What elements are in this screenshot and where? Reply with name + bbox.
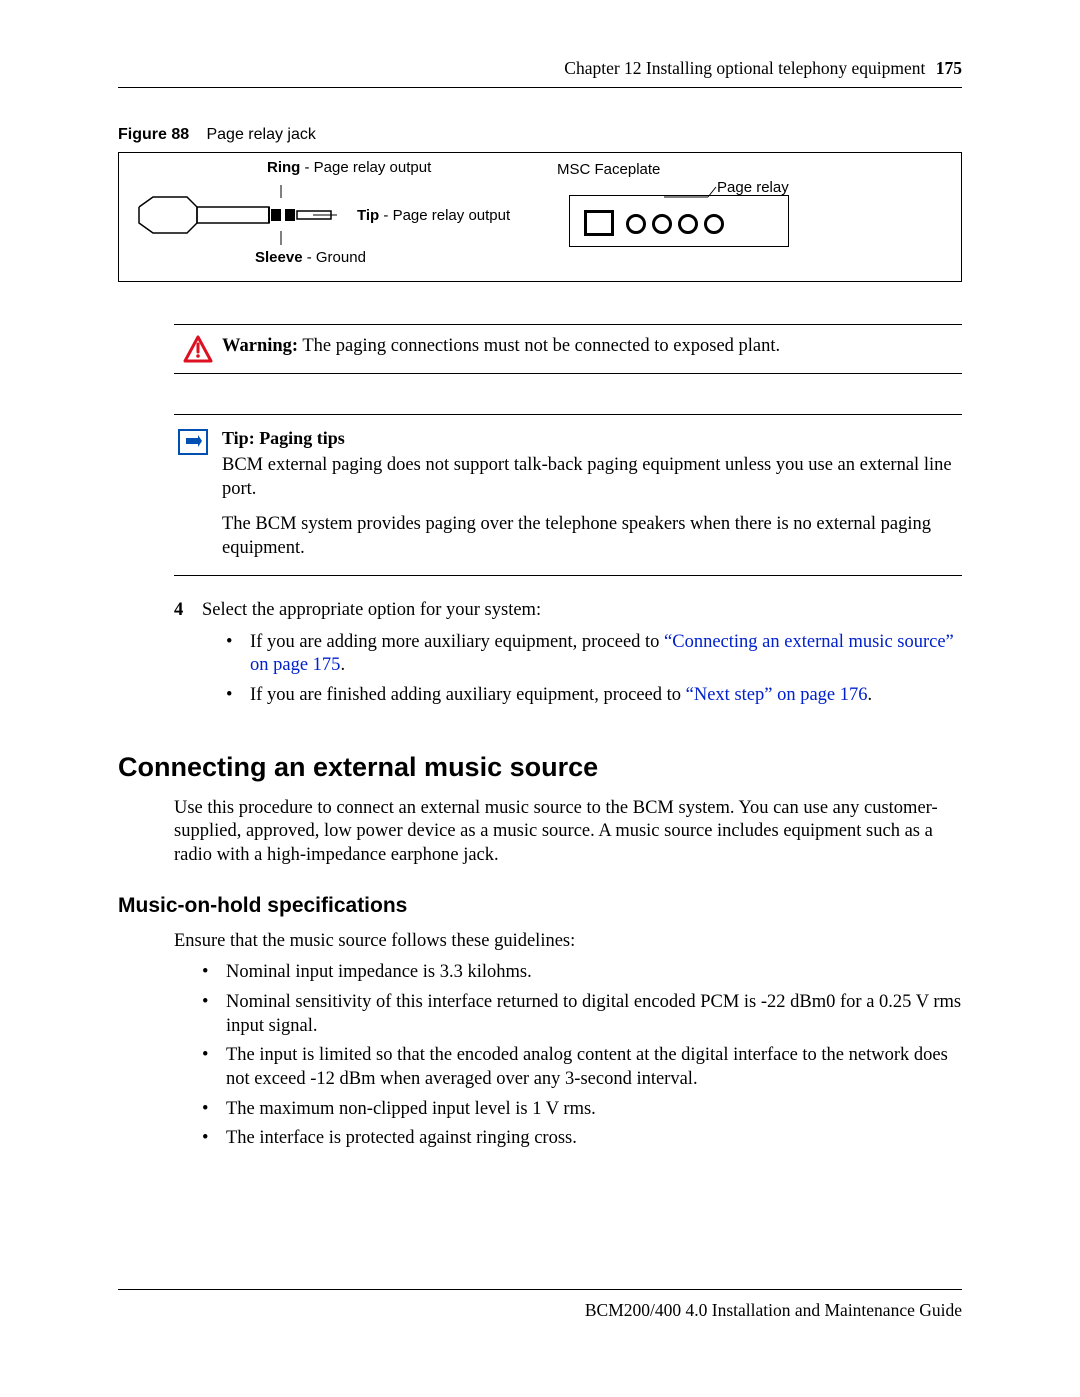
tip-para1: BCM external paging does not support tal… (222, 454, 962, 501)
step-number: 4 (174, 600, 202, 621)
step-4: 4 Select the appropriate option for your… (174, 600, 962, 621)
tip-icon (174, 427, 222, 561)
step-4-bullets: • If you are adding more auxiliary equip… (226, 631, 962, 708)
pagerelay-label: Page relay (717, 179, 789, 196)
chapter-title: Chapter 12 Installing optional telephony… (564, 58, 925, 78)
page-footer: BCM200/400 4.0 Installation and Maintena… (118, 1289, 962, 1321)
list-item: •Nominal input impedance is 3.3 kilohms. (202, 961, 962, 985)
list-item: •The maximum non-clipped input level is … (202, 1098, 962, 1122)
list-item: •The input is limited so that the encode… (202, 1044, 962, 1091)
ring-label: Ring - Page relay output (267, 159, 431, 176)
figure-title: Page relay jack (206, 126, 315, 143)
page-header: Chapter 12 Installing optional telephony… (118, 58, 962, 88)
msc-dot (678, 214, 698, 234)
tip-title: Tip: Paging tips (222, 427, 962, 450)
tip-label: Tip - Page relay output (357, 207, 510, 224)
section-body: Use this procedure to connect an externa… (174, 797, 962, 868)
page-number: 175 (936, 58, 962, 78)
msc-label: MSC Faceplate (557, 161, 660, 178)
tip-para2: The BCM system provides paging over the … (222, 513, 962, 560)
figure-label: Figure 88 (118, 126, 189, 143)
list-item: •The interface is protected against ring… (202, 1127, 962, 1151)
jack-diagram (137, 185, 337, 255)
list-item: • If you are finished adding auxiliary e… (226, 684, 962, 708)
page: Chapter 12 Installing optional telephony… (0, 0, 1080, 1397)
warning-icon (174, 335, 222, 363)
warning-text: Warning: The paging connections must not… (222, 335, 780, 358)
msc-dot (704, 214, 724, 234)
link-next-step[interactable]: “Next step” on page 176 (686, 685, 868, 705)
spec-list: •Nominal input impedance is 3.3 kilohms.… (202, 961, 962, 1151)
list-item: •Nominal sensitivity of this interface r… (202, 991, 962, 1038)
warning-block: Warning: The paging connections must not… (174, 324, 962, 374)
figure-caption: Figure 88 Page relay jack (118, 126, 962, 144)
tip-block: Tip: Paging tips BCM external paging doe… (174, 414, 962, 576)
subsection-heading: Music-on-hold specifications (118, 894, 962, 918)
list-item: • If you are adding more auxiliary equip… (226, 631, 962, 678)
msc-dot (652, 214, 672, 234)
sleeve-label: Sleeve - Ground (255, 249, 366, 266)
subsection-intro: Ensure that the music source follows the… (174, 930, 962, 954)
msc-dot (626, 214, 646, 234)
msc-faceplate (569, 195, 789, 247)
msc-port (584, 210, 614, 236)
section-heading: Connecting an external music source (118, 752, 962, 783)
step-text: Select the appropriate option for your s… (202, 600, 541, 621)
figure-box: Ring - Page relay output Tip - Page rela… (118, 152, 962, 282)
